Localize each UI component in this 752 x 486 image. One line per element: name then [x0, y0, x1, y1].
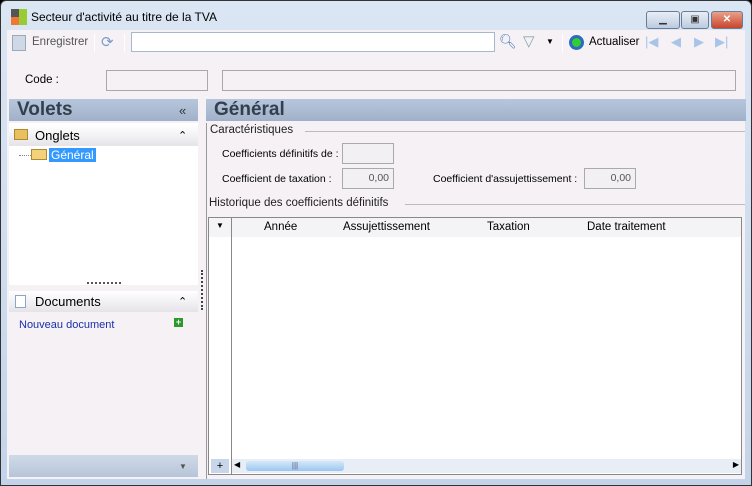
scroll-right-icon[interactable]: ▶	[733, 460, 739, 469]
tree-item-general[interactable]: Général	[49, 148, 96, 162]
save-icon	[12, 35, 26, 51]
filter-icon[interactable]: ▽	[523, 32, 535, 50]
collapse-panel-icon[interactable]: «	[179, 103, 186, 118]
code-description-input[interactable]	[222, 70, 736, 91]
client-area: Enregistrer ⟳ 🔍︎ ▽ ▼ Actualiser |◀ ◀ ▶ ▶…	[7, 30, 746, 479]
panel-footer	[9, 455, 198, 477]
history-grid: ▼ Année Assujettissement Taxation Date t…	[208, 217, 742, 475]
tabs-pane	[9, 123, 198, 285]
code-input[interactable]	[106, 70, 208, 91]
splitter-grip[interactable]	[87, 282, 121, 284]
search-input[interactable]	[131, 32, 495, 52]
vertical-splitter[interactable]	[201, 270, 203, 310]
tree-line	[19, 155, 31, 156]
minimize-button[interactable]: ▁	[646, 11, 680, 29]
document-icon	[15, 295, 26, 308]
search-icon[interactable]: 🔍︎	[499, 33, 517, 50]
open-folder-icon	[31, 149, 47, 160]
coef-tax-input[interactable]: 0,00	[342, 168, 394, 189]
close-button[interactable]: ✕	[711, 11, 743, 29]
coef-tax-label: Coefficient de taxation :	[222, 173, 332, 185]
horizontal-scrollbar[interactable]: ||| ◀ ▶	[232, 459, 741, 473]
left-panel-title: Volets	[9, 99, 198, 121]
characteristics-group-label: Caractéristiques	[210, 124, 294, 136]
next-record-icon[interactable]: ▶	[694, 34, 704, 50]
chevron-down-icon[interactable]: ▼	[546, 37, 554, 46]
coef-def-input[interactable]	[342, 143, 394, 164]
history-group-label: Historique des coefficients définitifs	[209, 197, 389, 209]
refresh-button[interactable]: Actualiser	[589, 36, 640, 48]
scroll-left-icon[interactable]: ◀	[234, 460, 240, 469]
column-header-annee[interactable]: Année	[264, 218, 297, 237]
column-header-taxation[interactable]: Taxation	[487, 218, 530, 237]
tabs-section-header[interactable]: Onglets	[9, 125, 198, 146]
last-record-icon[interactable]: ▶|	[715, 34, 728, 50]
coef-assuj-input[interactable]: 0,00	[584, 168, 636, 189]
column-header-assujettissement[interactable]: Assujettissement	[343, 218, 430, 237]
refresh-icon	[569, 35, 584, 50]
column-header-date-traitement[interactable]: Date traitement	[587, 218, 666, 237]
first-record-icon[interactable]: |◀	[645, 34, 658, 50]
maximize-button[interactable]: ▣	[681, 11, 709, 29]
chevron-down-icon[interactable]: ▼	[179, 462, 187, 471]
add-icon[interactable]: +	[174, 318, 183, 327]
toolbar: Enregistrer ⟳ 🔍︎ ▽ ▼ Actualiser |◀ ◀ ▶ ▶…	[7, 30, 745, 55]
app-icon	[11, 9, 27, 25]
folder-icon	[14, 129, 28, 140]
collapse-section-icon[interactable]: ⌃	[178, 295, 187, 308]
new-document-link[interactable]: Nouveau document	[19, 319, 114, 331]
code-label: Code :	[25, 74, 59, 86]
window-title: Secteur d'activité au titre de la TVA	[31, 10, 217, 24]
save-button[interactable]: Enregistrer	[32, 36, 88, 48]
previous-record-icon[interactable]: ◀	[671, 34, 681, 50]
window: Secteur d'activité au titre de la TVA ▁ …	[0, 0, 752, 486]
documents-section-header[interactable]: Documents	[9, 291, 198, 312]
scrollbar-thumb[interactable]: |||	[246, 461, 344, 471]
add-row-button[interactable]: +	[211, 459, 229, 473]
main-title: Général	[206, 99, 746, 121]
coef-assuj-label: Coefficient d'assujettissement :	[433, 173, 578, 185]
grid-header: ▼ Année Assujettissement Taxation Date t…	[209, 218, 741, 474]
sync-icon[interactable]: ⟳	[101, 33, 114, 51]
column-chooser-icon[interactable]: ▼	[216, 221, 224, 230]
coef-def-label: Coefficients définitifs de :	[222, 148, 339, 160]
collapse-section-icon[interactable]: ⌃	[178, 129, 187, 142]
